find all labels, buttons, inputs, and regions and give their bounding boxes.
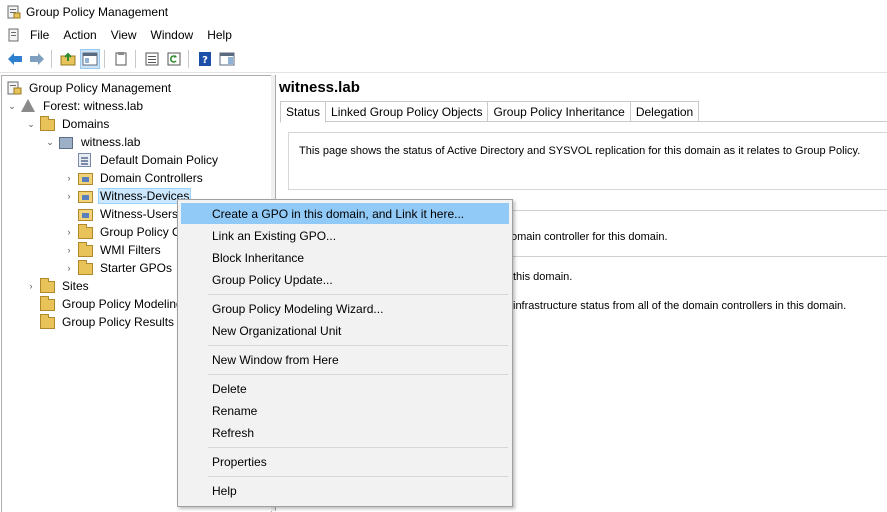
modeling-icon <box>40 296 56 311</box>
details-title: witness.lab <box>279 79 360 96</box>
menu-gp-update[interactable]: Group Policy Update... <box>181 269 509 290</box>
chevron-right-icon[interactable]: › <box>26 281 36 291</box>
chevron-right-icon[interactable]: › <box>64 227 74 237</box>
title-bar: Group Policy Management <box>0 0 887 24</box>
toolbar: ? <box>0 46 887 73</box>
tree-item-domain[interactable]: ⌄ witness.lab <box>45 133 142 151</box>
help-icon[interactable]: ? <box>195 49 215 69</box>
action-pane-icon[interactable] <box>217 49 237 69</box>
tree-item-forest[interactable]: ⌄ Forest: witness.lab <box>7 97 145 115</box>
toolbar-separator <box>104 50 105 68</box>
menu-separator <box>208 345 508 346</box>
menu-help[interactable]: Help <box>200 28 239 42</box>
tree-item-wmi-filters[interactable]: › WMI Filters <box>64 241 163 259</box>
domain-info-text: this domain. <box>513 271 573 283</box>
toolbar-separator <box>51 50 52 68</box>
window-title: Group Policy Management <box>26 5 169 19</box>
chevron-right-icon[interactable]: › <box>64 173 74 183</box>
toolbar-separator <box>135 50 136 68</box>
chevron-right-icon[interactable]: › <box>64 191 74 201</box>
folder-icon <box>78 224 94 239</box>
menu-rename[interactable]: Rename <box>181 400 509 421</box>
menu-separator <box>208 447 508 448</box>
tab-linked-gpos[interactable]: Linked Group Policy Objects <box>325 101 489 122</box>
chevron-down-icon[interactable]: ⌄ <box>7 101 17 112</box>
menu-modeling-wizard[interactable]: Group Policy Modeling Wizard... <box>181 298 509 319</box>
toolbar-separator <box>188 50 189 68</box>
status-description-box: This page shows the status of Active Dir… <box>288 132 887 190</box>
menu-action[interactable]: Action <box>56 28 103 42</box>
ou-folder-icon <box>78 189 94 203</box>
tab-inheritance[interactable]: Group Policy Inheritance <box>487 101 631 122</box>
menu-separator <box>208 476 508 477</box>
menu-properties[interactable]: Properties <box>181 451 509 472</box>
tree-item-domain-controllers[interactable]: › Domain Controllers <box>64 169 205 187</box>
folder-icon <box>40 278 56 293</box>
properties-icon[interactable] <box>111 49 131 69</box>
menu-separator <box>208 374 508 375</box>
show-hide-tree-icon[interactable] <box>80 49 100 69</box>
tree-item-domains[interactable]: ⌄ Domains <box>26 115 111 133</box>
menu-separator <box>208 294 508 295</box>
folder-up-icon[interactable] <box>58 49 78 69</box>
tree-item-results[interactable]: Group Policy Results <box>26 313 176 331</box>
gpmc-root-icon <box>7 81 23 95</box>
menu-new-ou[interactable]: New Organizational Unit <box>181 320 509 341</box>
chevron-down-icon[interactable]: ⌄ <box>45 137 55 148</box>
domains-folder-icon <box>40 116 56 131</box>
tree-item-witness-devices[interactable]: › Witness-Devices <box>64 187 192 205</box>
refresh-icon[interactable] <box>164 49 184 69</box>
tree-item-group-policy-objects[interactable]: › Group Policy O <box>64 223 183 241</box>
menu-bar: File Action View Window Help <box>0 24 887 46</box>
infrastructure-status-text: infrastructure status from all of the do… <box>513 300 847 312</box>
menu-new-window[interactable]: New Window from Here <box>181 349 509 370</box>
menu-help-item[interactable]: Help <box>181 480 509 501</box>
tree-item-default-domain-policy[interactable]: Default Domain Policy <box>64 151 220 169</box>
folder-icon <box>78 260 94 275</box>
forest-icon <box>21 99 37 113</box>
gpo-link-icon <box>78 153 94 167</box>
menu-link-existing-gpo[interactable]: Link an Existing GPO... <box>181 225 509 246</box>
chevron-down-icon[interactable]: ⌄ <box>26 119 36 130</box>
tree-item-sites[interactable]: › Sites <box>26 277 91 295</box>
tree-item-root[interactable]: Group Policy Management <box>7 79 173 97</box>
folder-icon <box>78 242 94 257</box>
details-tabs: Status Linked Group Policy Objects Group… <box>280 101 700 123</box>
tree-item-witness-users[interactable]: Witness-Users <box>64 205 180 223</box>
tree-item-starter-gpos[interactable]: › Starter GPOs <box>64 259 174 277</box>
context-menu: Create a GPO in this domain, and Link it… <box>177 199 513 507</box>
menu-view[interactable]: View <box>104 28 144 42</box>
gpmc-app-icon[interactable] <box>7 5 21 19</box>
export-list-icon[interactable] <box>142 49 162 69</box>
chevron-right-icon[interactable]: › <box>64 245 74 255</box>
status-description: This page shows the status of Active Dir… <box>299 145 861 157</box>
tab-underline <box>281 121 887 122</box>
menu-file[interactable]: File <box>23 28 56 42</box>
svg-text:?: ? <box>202 55 208 66</box>
ou-folder-icon <box>78 207 94 221</box>
ou-folder-icon <box>78 171 94 185</box>
tab-status[interactable]: Status <box>280 101 327 123</box>
menu-create-gpo-link[interactable]: Create a GPO in this domain, and Link it… <box>181 203 509 224</box>
tree-item-modeling[interactable]: Group Policy Modeling <box>26 295 185 313</box>
menu-block-inheritance[interactable]: Block Inheritance <box>181 247 509 268</box>
dc-info-text: omain controller for this domain. <box>511 231 668 243</box>
document-menu-icon[interactable] <box>7 28 21 42</box>
menu-delete[interactable]: Delete <box>181 378 509 399</box>
menu-refresh[interactable]: Refresh <box>181 422 509 443</box>
results-icon <box>40 314 56 329</box>
tab-delegation[interactable]: Delegation <box>629 101 700 122</box>
back-arrow-icon[interactable] <box>5 49 25 69</box>
menu-window[interactable]: Window <box>144 28 201 42</box>
forward-arrow-icon[interactable] <box>27 49 47 69</box>
chevron-right-icon[interactable]: › <box>64 263 74 273</box>
domain-icon <box>59 135 75 149</box>
